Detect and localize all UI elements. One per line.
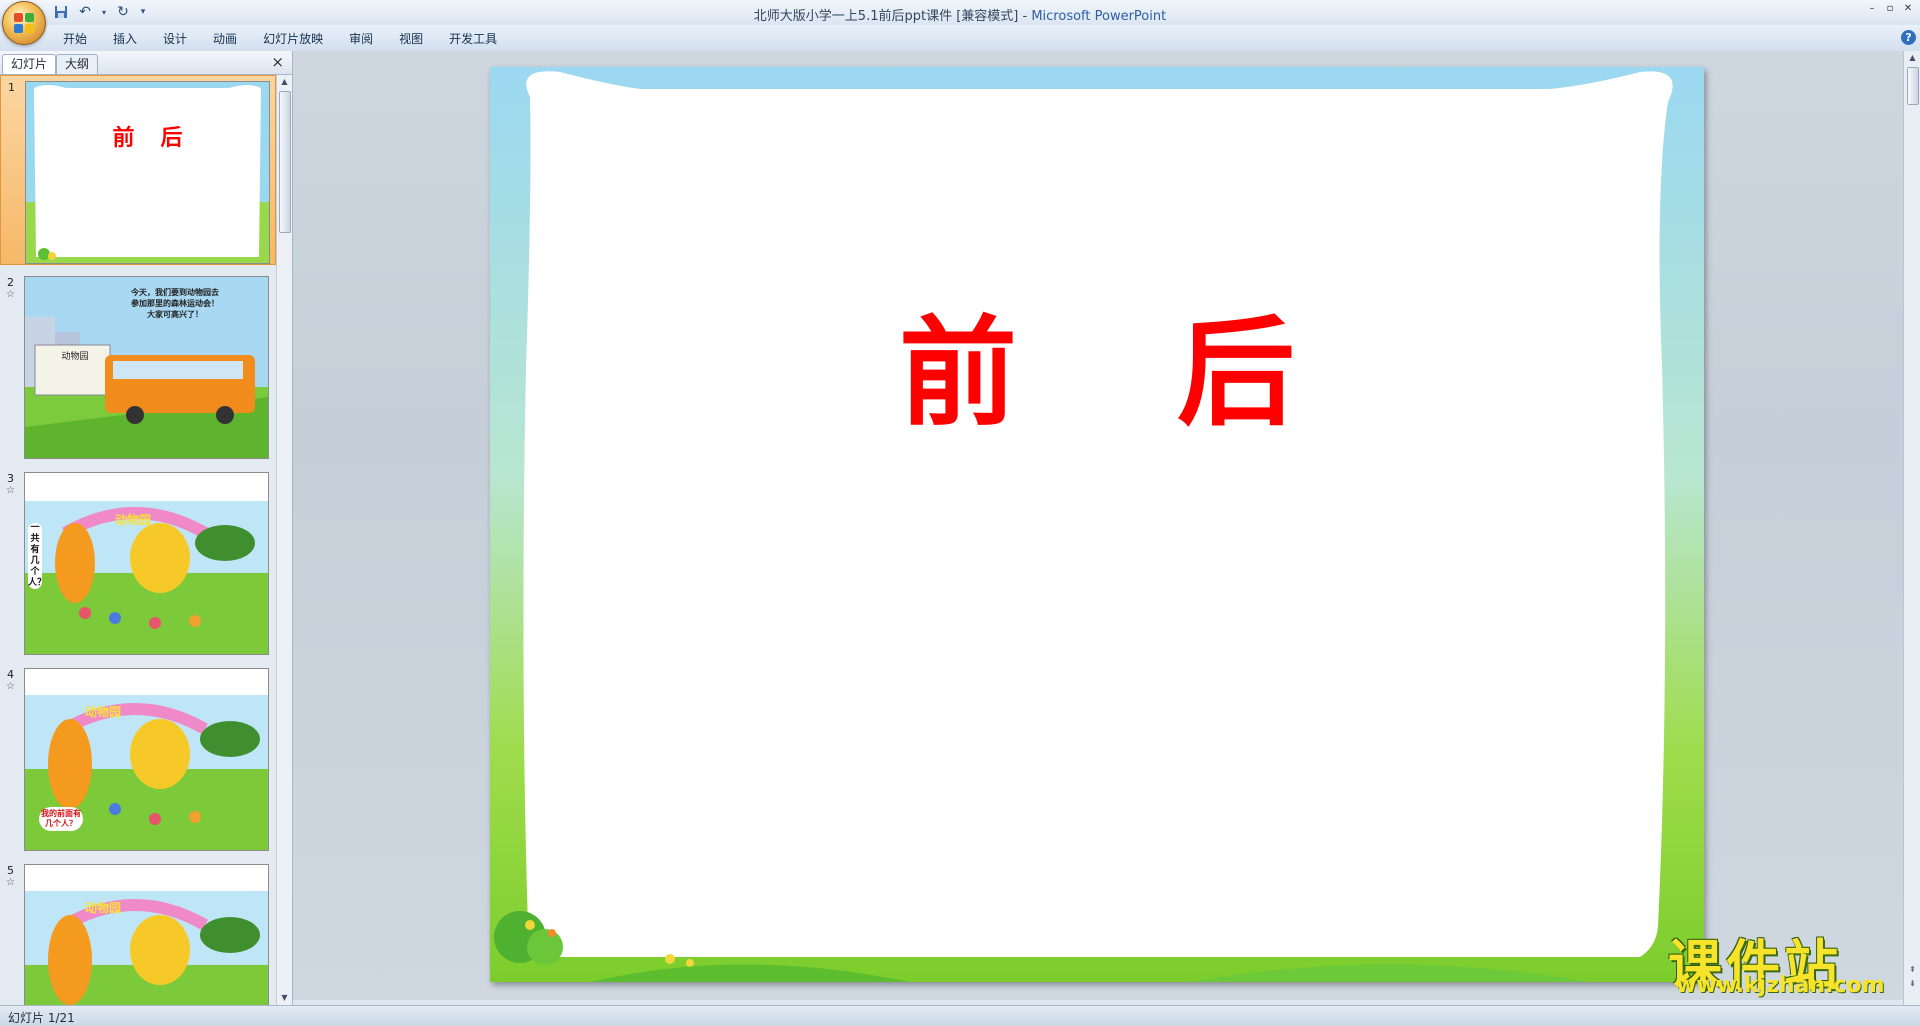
slide-number: 4 [7, 668, 14, 681]
slide-number: 1 [8, 81, 15, 94]
slide-number: 3 [7, 472, 14, 485]
slides-pane: 幻灯片 大纲 × 1 前后 2 ☆ 今天，我们要到动物园去 参加那里的森林运动会… [0, 51, 293, 1005]
title-bar: ↶ ▾ ↻ ▾ 北师大版小学一上5.1前后ppt课件 [兼容模式] - Micr… [0, 0, 1920, 26]
thumbnail-caption: 今天，我们要到动物园去 参加那里的森林运动会！ 大家可高兴了！ [131, 288, 219, 319]
thumbnail-row[interactable]: 5 ☆ 动物园 [0, 859, 276, 1005]
zoo-arch-label: 动物园 [115, 513, 152, 527]
slide-thumbnail-3[interactable]: 一共有几个人？ 动物园 [24, 472, 269, 655]
app-name: Microsoft PowerPoint [1031, 9, 1167, 24]
ribbon-tabs: 开始 插入 设计 动画 幻灯片放映 审阅 视图 开发工具 [50, 30, 510, 48]
tab-slide-show[interactable]: 幻灯片放映 [250, 30, 336, 48]
frame-decoration [26, 82, 269, 263]
slide-thumbnail-4[interactable]: 我的前面有几个人？ 动物园 [24, 668, 269, 851]
watermark-url: www.kjzhan.com [1676, 973, 1885, 998]
minimize-icon[interactable]: – [1864, 2, 1880, 14]
tab-home[interactable]: 开始 [50, 30, 100, 48]
tab-slides[interactable]: 幻灯片 [2, 54, 57, 74]
slide-editor: 前后 [293, 51, 1903, 1005]
previous-slide-icon[interactable]: ⇞ [1904, 963, 1920, 977]
zoo-arch-label: 动物园 [85, 705, 122, 719]
scroll-thumb[interactable] [279, 91, 291, 233]
slide-number: 2 [7, 276, 14, 289]
office-button[interactable] [2, 1, 46, 45]
animation-star-icon: ☆ [6, 681, 15, 692]
tab-review[interactable]: 审阅 [336, 30, 386, 48]
slide-thumbnail-1[interactable]: 前后 [25, 81, 270, 264]
slide-title[interactable]: 前后 [490, 277, 1704, 448]
status-bar: 幻灯片 1/21 [0, 1005, 1920, 1026]
thumbnail-title: 前后 [112, 126, 209, 151]
thumbnail-row[interactable]: 3 ☆ 一共有几个人？ 动物园 [0, 467, 276, 657]
scroll-down-icon[interactable]: ▼ [277, 991, 292, 1005]
scroll-up-icon[interactable]: ▲ [1904, 51, 1920, 65]
zoo-gate-illustration [25, 865, 268, 1005]
pane-tabs: 幻灯片 大纲 × [0, 51, 292, 75]
close-icon[interactable]: ✕ [1900, 2, 1916, 14]
tab-insert[interactable]: 插入 [100, 30, 150, 48]
window-controls: – ▫ ✕ [1864, 2, 1916, 14]
zoo-arch-label: 动物园 [85, 901, 122, 915]
next-slide-icon[interactable]: ⇟ [1904, 977, 1920, 991]
animation-star-icon: ☆ [6, 485, 15, 496]
thumbnail-row[interactable]: 2 ☆ 今天，我们要到动物园去 参加那里的森林运动会！ 大家可高兴了！ 动物园 [0, 271, 276, 461]
animation-star-icon: ☆ [6, 289, 15, 300]
office-logo-icon [14, 13, 34, 33]
help-icon[interactable]: ? [1901, 30, 1916, 45]
window-title: 北师大版小学一上5.1前后ppt课件 [兼容模式] - Microsoft Po… [753, 9, 1167, 24]
slide-number: 5 [7, 864, 14, 877]
scroll-thumb[interactable] [1907, 67, 1919, 105]
thumbnail-scrollbar[interactable]: ▲ ▼ [276, 75, 292, 1005]
thumbnail-row[interactable]: 1 前后 [0, 75, 276, 265]
thumbnail-row[interactable]: 4 ☆ 我的前面有几个人？ 动物园 [0, 663, 276, 853]
slide-thumbnail-2[interactable]: 今天，我们要到动物园去 参加那里的森林运动会！ 大家可高兴了！ 动物园 [24, 276, 269, 459]
animation-star-icon: ☆ [6, 877, 15, 888]
question-bubble: 一共有几个人？ [28, 523, 47, 589]
zoo-gate-illustration [25, 473, 268, 654]
thumbnail-list: 1 前后 2 ☆ 今天，我们要到动物园去 参加那里的森林运动会！ 大家可高兴了！… [0, 75, 276, 1005]
watermark-logo: 课件站 www.kjzhan.com [1668, 921, 1898, 1001]
slide-frame-decoration [490, 67, 1704, 982]
tab-animations[interactable]: 动画 [200, 30, 250, 48]
tab-view[interactable]: 视图 [386, 30, 436, 48]
tab-developer[interactable]: 开发工具 [436, 30, 510, 48]
slide-scrollbar[interactable]: ▲ ⇞ ⇟ [1903, 51, 1920, 1005]
question-bubble: 我的前面有几个人？ [39, 807, 83, 831]
slide-counter: 幻灯片 1/21 [8, 1011, 75, 1025]
current-slide[interactable]: 前后 [490, 67, 1704, 982]
tab-design[interactable]: 设计 [150, 30, 200, 48]
maximize-icon[interactable]: ▫ [1882, 2, 1898, 14]
tab-outline[interactable]: 大纲 [56, 54, 99, 74]
document-title: 北师大版小学一上5.1前后ppt课件 [兼容模式] [753, 9, 1019, 24]
zoo-sign: 动物园 [61, 352, 89, 362]
close-pane-icon[interactable]: × [271, 53, 284, 71]
slide-thumbnail-5[interactable]: 动物园 [24, 864, 269, 1005]
scroll-up-icon[interactable]: ▲ [277, 75, 292, 89]
ribbon: 开始 插入 设计 动画 幻灯片放映 审阅 视图 开发工具 ? [0, 25, 1920, 52]
